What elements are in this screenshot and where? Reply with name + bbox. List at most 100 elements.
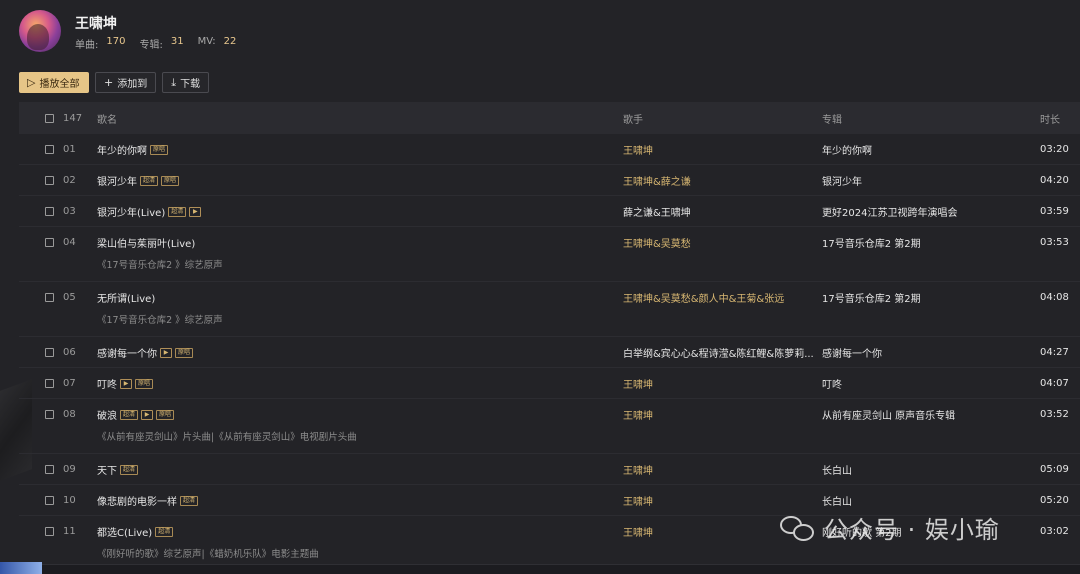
- song-artist[interactable]: 白举纲&宾心心&程诗滢&陈红鲤&陈萝莉...: [623, 345, 813, 360]
- song-artist[interactable]: 王啸坤: [623, 407, 653, 422]
- row-checkbox[interactable]: [45, 465, 54, 474]
- table-row[interactable]: 08 破浪 超清 ▶ 原唱 王啸坤 从前有座灵剑山 原声音乐专辑 03:52 《从前有座灵剑山》…: [19, 399, 1080, 454]
- row-checkbox[interactable]: [45, 496, 54, 505]
- table-row[interactable]: 04 梁山伯与茱丽叶(Live) 王啸坤&吴莫愁 17号音乐仓库2 第2期 03:53 《…: [19, 227, 1080, 282]
- song-album[interactable]: 年少的你啊: [822, 142, 872, 157]
- row-checkbox[interactable]: [45, 238, 54, 247]
- song-subtitle: 《刚好听的歌》综艺原声|《蜡奶机乐队》电影主题曲: [97, 549, 319, 560]
- song-artist[interactable]: 薛之谦&王啸坤: [623, 204, 691, 219]
- song-count: 147: [63, 112, 83, 124]
- song-artist[interactable]: 王啸坤: [623, 142, 653, 157]
- mv-icon[interactable]: ▶: [141, 409, 154, 420]
- song-duration: 05:20: [1040, 495, 1069, 506]
- song-subtitle: 《17号音乐仓库2 》综艺原声: [97, 315, 223, 326]
- song-artist[interactable]: 王啸坤&吴莫愁: [623, 235, 691, 250]
- song-title[interactable]: 年少的你啊 原唱: [97, 142, 169, 157]
- row-number: 09: [63, 464, 76, 475]
- table-row[interactable]: 09 天下 超清 王啸坤 长白山 05:09: [19, 454, 1080, 485]
- header-artist[interactable]: 歌手: [623, 111, 643, 126]
- table-row[interactable]: 02 银河少年 超清 原唱 王啸坤&薛之谦 银河少年 04:20: [19, 165, 1080, 196]
- song-album[interactable]: 长白山: [822, 493, 852, 508]
- row-checkbox[interactable]: [45, 348, 54, 357]
- song-artist[interactable]: 王啸坤&薛之谦: [623, 173, 691, 188]
- table-row[interactable]: 03 银河少年(Live) 超清 ▶ 薛之谦&王啸坤 更好2024江苏卫视跨年演唱会 03:…: [19, 196, 1080, 227]
- add-to-button[interactable]: + 添加到: [95, 72, 157, 93]
- song-album[interactable]: 从前有座灵剑山 原声音乐专辑: [822, 407, 955, 422]
- song-artist[interactable]: 王啸坤: [623, 524, 653, 539]
- song-title[interactable]: 像悲剧的电影一样 超清: [97, 493, 199, 508]
- watermark: 公众号 · 娱小瑜: [780, 510, 1000, 545]
- toolbar: ▷ 播放全部 + 添加到 ⤓ 下载: [19, 72, 215, 93]
- song-title[interactable]: 破浪 超清 ▶ 原唱: [97, 407, 175, 422]
- plus-icon: +: [104, 76, 114, 89]
- row-checkbox[interactable]: [45, 176, 54, 185]
- row-checkbox[interactable]: [45, 145, 54, 154]
- song-album[interactable]: 银河少年: [822, 173, 862, 188]
- song-subtitle: 《17号音乐仓库2 》综艺原声: [97, 260, 223, 271]
- row-number: 07: [63, 378, 76, 389]
- song-duration: 05:09: [1040, 464, 1069, 475]
- row-checkbox[interactable]: [45, 379, 54, 388]
- quality-badge: 原唱: [156, 409, 175, 420]
- play-all-button[interactable]: ▷ 播放全部: [19, 72, 89, 93]
- table-row[interactable]: 07 叮咚 ▶ 原唱 王啸坤 叮咚 04:07: [19, 368, 1080, 399]
- song-subtitle: 《从前有座灵剑山》片头曲|《从前有座灵剑山》电视剧片头曲: [97, 432, 357, 443]
- table-body: 01 年少的你啊 原唱 王啸坤 年少的你啊 03:20 02 银河少年 超清 原唱 王啸坤&薛之谦银…: [19, 134, 1080, 571]
- row-number: 03: [63, 206, 76, 217]
- song-album[interactable]: 叮咚: [822, 376, 842, 391]
- table-header: 147 歌名 歌手 专辑 时长: [19, 102, 1080, 134]
- now-playing-cover[interactable]: [0, 562, 42, 574]
- header-duration[interactable]: 时长: [1040, 111, 1060, 126]
- quality-badge: 超清: [120, 409, 139, 420]
- song-table: 147 歌名 歌手 专辑 时长 01 年少的你啊 原唱 王啸坤 年少的你啊 03:20 02…: [19, 102, 1080, 571]
- header-title[interactable]: 歌名: [97, 111, 117, 126]
- avatar[interactable]: [19, 10, 61, 52]
- download-icon: ⤓: [171, 75, 177, 89]
- header-album[interactable]: 专辑: [822, 111, 842, 126]
- song-title[interactable]: 银河少年(Live) 超清 ▶: [97, 204, 202, 219]
- song-artist[interactable]: 王啸坤: [623, 376, 653, 391]
- song-album[interactable]: 长白山: [822, 462, 852, 477]
- song-title[interactable]: 都选C(Live) 超清: [97, 524, 174, 539]
- row-checkbox[interactable]: [45, 207, 54, 216]
- mv-icon[interactable]: ▶: [189, 206, 202, 217]
- song-duration: 04:08: [1040, 292, 1069, 303]
- row-checkbox[interactable]: [45, 410, 54, 419]
- mv-icon[interactable]: ▶: [160, 347, 172, 358]
- song-title-text: 年少的你啊: [97, 146, 147, 157]
- song-title[interactable]: 梁山伯与茱丽叶(Live): [97, 235, 195, 250]
- quality-badge: 原唱: [175, 347, 194, 358]
- song-title-text: 像悲剧的电影一样: [97, 497, 177, 508]
- song-duration: 03:52: [1040, 409, 1069, 420]
- song-album[interactable]: 感谢每一个你: [822, 345, 882, 360]
- quality-badge: 超清: [168, 206, 187, 217]
- table-row[interactable]: 06 感谢每一个你 ▶ 原唱 白举纲&宾心心&程诗滢&陈红鲤&陈萝莉... 感谢每一个你 0…: [19, 337, 1080, 368]
- row-checkbox[interactable]: [45, 527, 54, 536]
- select-all-checkbox[interactable]: [45, 113, 54, 123]
- song-album[interactable]: 更好2024江苏卫视跨年演唱会: [822, 204, 957, 219]
- song-title[interactable]: 无所谓(Live): [97, 290, 155, 305]
- song-artist[interactable]: 王啸坤: [623, 462, 653, 477]
- song-album[interactable]: 17号音乐仓库2 第2期: [822, 290, 921, 305]
- song-title-text: 破浪: [97, 411, 117, 422]
- play-icon: ▷: [27, 76, 36, 89]
- row-number: 02: [63, 175, 76, 186]
- song-title[interactable]: 感谢每一个你 ▶ 原唱: [97, 345, 194, 360]
- song-artist[interactable]: 王啸坤&吴莫愁&颜人中&王菊&张远: [623, 290, 784, 305]
- song-title[interactable]: 银河少年 超清 原唱: [97, 173, 180, 188]
- table-row[interactable]: 01 年少的你啊 原唱 王啸坤 年少的你啊 03:20: [19, 134, 1080, 165]
- song-album[interactable]: 17号音乐仓库2 第2期: [822, 235, 921, 250]
- song-title[interactable]: 叮咚 ▶ 原唱: [97, 376, 154, 391]
- song-artist[interactable]: 王啸坤: [623, 493, 653, 508]
- song-title-text: 叮咚: [97, 380, 117, 391]
- song-duration: 03:20: [1040, 144, 1069, 155]
- artist-stats: 单曲: 170 专辑: 31 MV: 22: [75, 36, 250, 51]
- song-title[interactable]: 天下 超清: [97, 462, 139, 477]
- song-title-text: 银河少年: [97, 177, 137, 188]
- row-checkbox[interactable]: [45, 293, 54, 302]
- quality-badge: 超清: [120, 464, 139, 475]
- quality-badge: 超清: [180, 495, 199, 506]
- download-button[interactable]: ⤓ 下载: [162, 72, 210, 93]
- table-row[interactable]: 05 无所谓(Live) 王啸坤&吴莫愁&颜人中&王菊&张远 17号音乐仓库2 第2期…: [19, 282, 1080, 337]
- mv-icon[interactable]: ▶: [120, 378, 132, 389]
